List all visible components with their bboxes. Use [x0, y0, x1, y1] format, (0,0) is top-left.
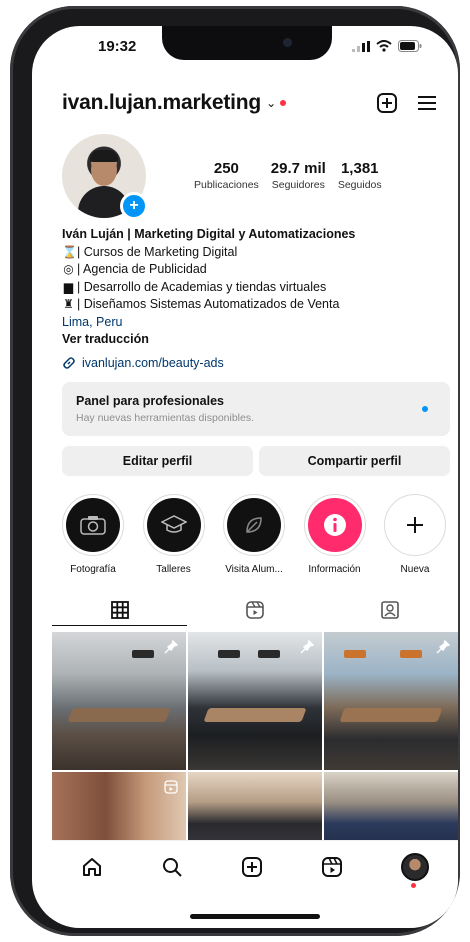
bottom-navigation: [52, 840, 458, 893]
stat-value: 29.7 mil: [270, 160, 326, 177]
link-icon: [63, 357, 75, 369]
tab-tagged[interactable]: [323, 594, 458, 626]
translate-link[interactable]: Ver traducción: [62, 331, 438, 349]
add-story-icon[interactable]: +: [120, 192, 148, 220]
bio-line: ◎ | Agencia de Publicidad: [62, 261, 438, 279]
profile-tabs: [52, 594, 458, 626]
reels-icon: [164, 780, 178, 794]
highlight-talleres[interactable]: Talleres: [135, 494, 213, 575]
pro-panel-title: Panel para profesionales: [76, 394, 224, 408]
screen: 19:32 ivan.lujan.marketing ⌄ + 250 Publi…: [32, 26, 458, 928]
search-icon[interactable]: [161, 856, 183, 878]
home-indicator: [190, 914, 320, 919]
bio-line: ⌛ | Cursos de Marketing Digital: [62, 244, 438, 262]
profile-avatar-icon: [401, 853, 429, 881]
profile-stats: 250 Publicaciones 29.7 mil Seguidores 1,…: [194, 160, 382, 191]
bio-line: ▆ | Desarrollo de Academias y tiendas vir…: [62, 279, 438, 297]
menu-icon[interactable]: [416, 94, 438, 112]
location-link[interactable]: Lima, Peru: [62, 314, 438, 332]
highlight-label: Visita Alum...: [225, 564, 283, 575]
website-link[interactable]: ivanlujan.com/beauty-ads: [62, 356, 224, 370]
tab-posts[interactable]: [52, 594, 188, 626]
battery-icon: [398, 40, 422, 52]
story-highlights: Fotografía Talleres Visita Alum... Infor…: [54, 494, 454, 575]
profile-nav[interactable]: [401, 853, 429, 888]
plus-icon: [407, 517, 423, 533]
tab-reels[interactable]: [187, 594, 322, 626]
pro-panel-subtitle: Hay nuevas herramientas disponibles.: [76, 412, 255, 424]
reels-nav-icon[interactable]: [321, 856, 343, 878]
pin-icon: [436, 640, 450, 654]
camera-icon: [80, 516, 106, 535]
notch: [162, 26, 332, 60]
leaf-icon: [246, 517, 262, 533]
create-icon[interactable]: [376, 92, 398, 114]
stat-label: Seguidores: [271, 179, 325, 191]
post-thumbnail[interactable]: [188, 632, 322, 770]
stat-following[interactable]: 1,381 Seguidos: [338, 160, 382, 191]
share-profile-button[interactable]: Compartir perfil: [259, 446, 450, 476]
username[interactable]: ivan.lujan.marketing: [62, 91, 261, 115]
website-url: ivanlujan.com/beauty-ads: [82, 356, 224, 370]
highlight-label: Fotografía: [70, 564, 116, 575]
edit-profile-button[interactable]: Editar perfil: [62, 446, 253, 476]
stat-label: Publicaciones: [194, 179, 259, 191]
status-icons: [352, 40, 422, 52]
stat-posts[interactable]: 250 Publicaciones: [194, 160, 259, 191]
wifi-icon: [376, 40, 392, 52]
hourglass-icon: ⌛: [62, 244, 77, 259]
new-indicator-dot: [422, 406, 428, 412]
signal-icon: [352, 40, 370, 52]
professional-dashboard[interactable]: Panel para profesionales Hay nuevas herr…: [62, 382, 450, 436]
camera-icon: [283, 38, 292, 47]
post-thumbnail[interactable]: [324, 632, 458, 770]
target-icon: ◎: [63, 262, 74, 276]
stat-value: 1,381: [340, 160, 379, 177]
phone-frame: 19:32 ivan.lujan.marketing ⌄ + 250 Publi…: [10, 6, 460, 936]
profile-header: ivan.lujan.marketing ⌄: [62, 84, 438, 122]
pin-icon: [164, 640, 178, 654]
chevron-down-icon[interactable]: ⌄: [266, 96, 276, 110]
stat-followers[interactable]: 29.7 mil Seguidores: [271, 160, 326, 191]
post-thumbnail[interactable]: [52, 632, 186, 770]
notification-dot: [280, 100, 287, 106]
profile-name: Iván Luján | Marketing Digital y Automat…: [62, 227, 356, 241]
highlight-visita[interactable]: Visita Alum...: [215, 494, 293, 575]
highlight-label: Información: [308, 564, 361, 575]
trophy-icon: ♜: [63, 297, 74, 311]
profile-buttons: Editar perfil Compartir perfil: [62, 446, 450, 476]
posts-grid: [52, 632, 458, 858]
info-icon: [323, 514, 346, 536]
tagged-icon: [381, 601, 400, 619]
stat-value: 250: [213, 160, 239, 177]
highlight-label: Talleres: [156, 564, 191, 575]
pin-icon: [300, 640, 314, 654]
monitor-icon: ▆: [63, 279, 74, 294]
highlight-informacion[interactable]: Información: [296, 494, 374, 575]
status-time: 19:32: [98, 38, 137, 55]
grid-icon: [110, 600, 129, 619]
reels-icon: [246, 601, 264, 619]
create-post-icon[interactable]: [241, 856, 263, 878]
profile-avatar[interactable]: +: [62, 134, 148, 220]
stat-label: Seguidos: [337, 179, 382, 191]
highlight-label: Nueva: [400, 564, 430, 575]
highlight-fotografia[interactable]: Fotografía: [54, 494, 132, 575]
home-icon[interactable]: [81, 856, 103, 878]
profile-bio: Iván Luján | Marketing Digital y Automat…: [62, 226, 438, 349]
graduation-cap-icon: [160, 515, 187, 533]
bio-line: ♜ | Diseñamos Sistemas Automatizados de V…: [62, 296, 438, 314]
notification-dot: [411, 883, 416, 888]
highlight-new[interactable]: Nueva: [376, 494, 454, 575]
